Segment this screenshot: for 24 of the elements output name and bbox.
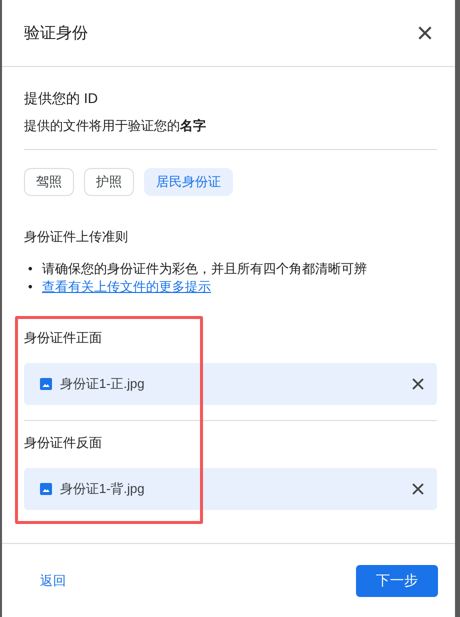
upload-label: 身份证件正面 (24, 329, 103, 347)
close-icon (417, 25, 433, 41)
close-icon (411, 377, 425, 391)
tips-link[interactable]: 查看有关上传文件的更多提示 (42, 278, 211, 296)
upload-label: 身份证件反面 (24, 434, 103, 452)
bullet: • (28, 278, 34, 296)
remove-button[interactable] (411, 377, 425, 391)
close-icon (411, 482, 425, 496)
id-type-chip[interactable]: 护照 (84, 168, 134, 196)
remove-button[interactable] (411, 482, 425, 496)
description-text: 提供的文件将用于验证您的名字 (24, 117, 207, 135)
id-type-chip[interactable]: 居民身份证 (144, 168, 233, 196)
file-name: 身份证1-正.jpg (60, 375, 146, 393)
id-type-chip[interactable]: 驾照 (24, 168, 74, 196)
image-icon (40, 483, 52, 495)
back-button[interactable]: 返回 (28, 568, 78, 594)
guidelines-title: 身份证件上传准则 (24, 228, 129, 246)
next-button[interactable]: 下一步 (356, 564, 438, 596)
guideline-text: 请确保您的身份证件为彩色，并且所有四个角都清晰可辨 (42, 260, 367, 278)
file-name: 身份证1-背.jpg (60, 480, 146, 498)
bullet: • (28, 260, 34, 278)
dialog-title: 验证身份 (24, 24, 88, 44)
section-heading: 提供您的 ID (24, 89, 99, 108)
image-icon (40, 378, 52, 390)
